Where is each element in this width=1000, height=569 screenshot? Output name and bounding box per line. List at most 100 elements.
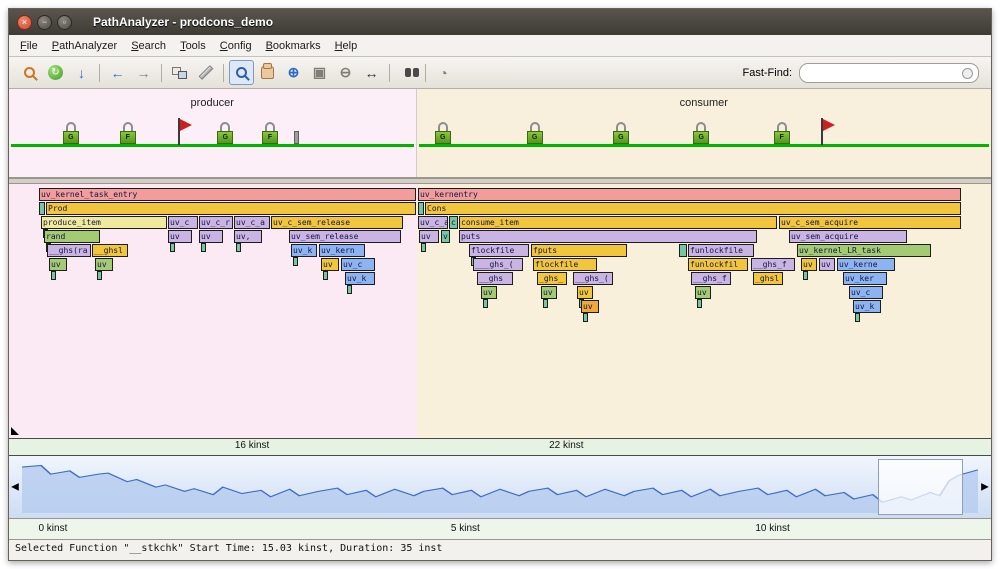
- flame-box[interactable]: uv_kerne: [837, 258, 895, 271]
- lock-icon[interactable]: G: [434, 122, 452, 145]
- flame-box[interactable]: uv_c: [341, 258, 375, 271]
- flame-box[interactable]: uv_sem_release: [289, 230, 401, 243]
- scroll-right-button[interactable]: ▶: [979, 482, 991, 493]
- menu-help[interactable]: Help: [328, 38, 365, 54]
- producer-region[interactable]: producer G F G F: [9, 89, 417, 177]
- titlebar[interactable]: × − ▫ PathAnalyzer - prodcons_demo: [9, 9, 991, 35]
- flame-box[interactable]: uv: [321, 258, 339, 271]
- h-stretch-button[interactable]: ↔: [359, 60, 384, 85]
- flame-box[interactable]: rand: [44, 230, 100, 243]
- flame-box[interactable]: uv_c_a: [418, 216, 448, 229]
- flame-box[interactable]: uv_c: [168, 216, 198, 229]
- flame-box[interactable]: uv: [168, 230, 192, 243]
- zoom-fit-button[interactable]: ▣: [307, 60, 332, 85]
- flame-box[interactable]: uv_sem_acquire: [789, 230, 907, 243]
- flame-box[interactable]: uv: [95, 258, 113, 271]
- overview-viewport[interactable]: [878, 459, 963, 515]
- flame-box[interactable]: [679, 244, 687, 257]
- lock-icon[interactable]: G: [692, 122, 710, 145]
- flame-box[interactable]: uv: [419, 230, 439, 243]
- zoom-search-button[interactable]: [17, 60, 42, 85]
- fastfind-clear-icon[interactable]: [962, 67, 973, 79]
- flame-box[interactable]: uv: [819, 258, 835, 271]
- flame-box[interactable]: uv: [581, 300, 599, 313]
- flame-box[interactable]: __ghs_f: [691, 272, 731, 285]
- flame-box[interactable]: fputs: [531, 244, 627, 257]
- flame-box[interactable]: Cons: [425, 202, 961, 215]
- flame-box[interactable]: consume_item: [459, 216, 777, 229]
- flame-box[interactable]: uv: [481, 286, 497, 299]
- minimize-button[interactable]: −: [37, 14, 52, 30]
- lock-icon[interactable]: G: [612, 122, 630, 145]
- lock-icon[interactable]: F: [261, 122, 279, 145]
- flag-icon[interactable]: [176, 118, 192, 145]
- eraser-button[interactable]: [193, 60, 218, 85]
- flame-box[interactable]: uv: [801, 258, 817, 271]
- flame-box[interactable]: Prod: [46, 202, 416, 215]
- flame-box[interactable]: v: [441, 230, 450, 243]
- flame-box[interactable]: uv_kernel_LR_task: [797, 244, 931, 257]
- flame-box[interactable]: uv: [49, 258, 67, 271]
- flame-box[interactable]: produce_item: [41, 216, 167, 229]
- overview-panel[interactable]: ◀ ▶: [9, 456, 991, 519]
- flame-box[interactable]: uv_c_sem_release: [271, 216, 403, 229]
- close-button[interactable]: ×: [17, 14, 32, 30]
- flame-box[interactable]: __ghs_f: [751, 258, 795, 271]
- link-button[interactable]: [167, 60, 192, 85]
- flame-box[interactable]: uv_k: [853, 300, 881, 313]
- zoom-out-button[interactable]: ⊖: [333, 60, 358, 85]
- menu-pathanalyzer[interactable]: PathAnalyzer: [45, 38, 124, 54]
- flame-box[interactable]: uv_kern: [319, 244, 365, 257]
- flame-box[interactable]: uv_k: [345, 272, 375, 285]
- menu-config[interactable]: Config: [213, 38, 259, 54]
- lock-icon[interactable]: F: [773, 122, 791, 145]
- flame-box[interactable]: ___ghs_(: [473, 258, 523, 271]
- flame-box[interactable]: puts: [459, 230, 757, 243]
- flame-box[interactable]: funlockfil: [688, 258, 748, 271]
- flame-box[interactable]: uv_c_r: [199, 216, 233, 229]
- flame-box[interactable]: __ghs(ra: [47, 244, 91, 257]
- lock-icon[interactable]: G: [216, 122, 234, 145]
- flame-box[interactable]: uv: [199, 230, 223, 243]
- consumer-region[interactable]: consumer G G G G F: [416, 89, 991, 177]
- flame-box[interactable]: uv_k: [291, 244, 317, 257]
- zoom-in-button[interactable]: ⊕: [281, 60, 306, 85]
- flame-box[interactable]: uv,: [234, 230, 262, 243]
- forward-button[interactable]: →: [131, 60, 156, 85]
- flame-box[interactable]: flockfile: [469, 244, 529, 257]
- measure-bar[interactable]: 16 kinst 22 kinst: [9, 438, 991, 456]
- flame-box[interactable]: uv: [541, 286, 557, 299]
- barrier-icon[interactable]: [293, 131, 299, 144]
- flame-box[interactable]: uv: [695, 286, 711, 299]
- menu-file[interactable]: File: [13, 38, 45, 54]
- flame-box[interactable]: c: [449, 216, 458, 229]
- maximize-button[interactable]: ▫: [57, 14, 72, 30]
- menu-bookmarks[interactable]: Bookmarks: [259, 38, 328, 54]
- flame-box[interactable]: uv_ker: [843, 272, 887, 285]
- download-button[interactable]: ↓: [69, 60, 94, 85]
- flame-box[interactable]: __ghs: [477, 272, 513, 285]
- fastfind-input[interactable]: [799, 62, 979, 83]
- timer-button[interactable]: ◔: [431, 60, 456, 85]
- flame-box[interactable]: funlockfile: [688, 244, 754, 257]
- menu-search[interactable]: Search: [124, 38, 173, 54]
- flame-box[interactable]: flockfile: [533, 258, 597, 271]
- flame-box[interactable]: uv_kernentry: [418, 188, 961, 201]
- flame-box[interactable]: [418, 202, 424, 215]
- flame-box[interactable]: [39, 202, 45, 215]
- pan-hand-button[interactable]: [255, 60, 280, 85]
- scroll-left-button[interactable]: ◀: [9, 482, 21, 493]
- flame-box[interactable]: uv_c_a: [234, 216, 270, 229]
- flame-box[interactable]: _ghs_: [537, 272, 567, 285]
- back-button[interactable]: ←: [105, 60, 130, 85]
- refresh-button[interactable]: ↻: [43, 60, 68, 85]
- flame-box[interactable]: __ghsl: [92, 244, 128, 257]
- flag-icon[interactable]: [819, 118, 835, 145]
- flame-box[interactable]: uv_c: [849, 286, 883, 299]
- flame-box[interactable]: _ghsl: [753, 272, 783, 285]
- zoom-region-button[interactable]: [229, 60, 254, 85]
- flame-box[interactable]: uv: [577, 286, 593, 299]
- lock-icon[interactable]: G: [526, 122, 544, 145]
- flame-box[interactable]: uv_c_sem_acquire: [779, 216, 961, 229]
- flame-box[interactable]: __ghs_(: [573, 272, 613, 285]
